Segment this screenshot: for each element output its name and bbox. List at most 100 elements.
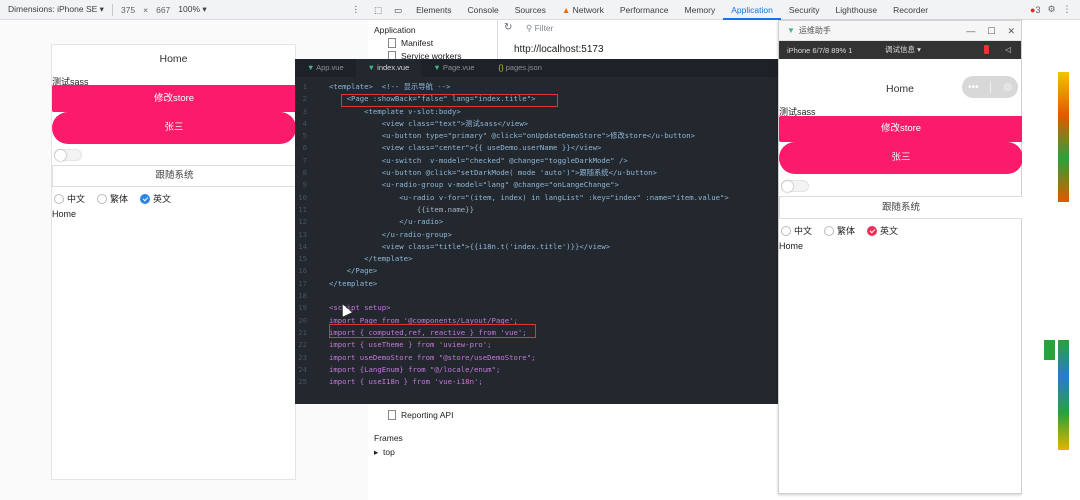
tab-elements[interactable]: Elements (408, 0, 459, 20)
decorative-banner-left (1044, 340, 1055, 360)
refresh-icon[interactable]: ↻ (504, 22, 512, 33)
dark-mode-switch[interactable] (781, 180, 809, 192)
code-line[interactable]: 15 </template> (295, 253, 778, 265)
code-line[interactable]: 10 <u-radio v-for="(item, index) in lang… (295, 192, 778, 204)
code-line[interactable]: 25 import { useI18n } from 'vue-i18n'; (295, 376, 778, 388)
follow-system-button[interactable]: 跟随系统 (779, 196, 1023, 219)
frame-top-item[interactable]: ▸ top (374, 447, 395, 458)
radio-label: 繁体 (837, 226, 856, 236)
tab-memory[interactable]: Memory (677, 0, 724, 20)
more-options-icon[interactable]: ⋮ (352, 4, 361, 15)
more-icon[interactable]: ⋮ (1063, 4, 1072, 15)
tab-performance[interactable]: Performance (612, 0, 677, 20)
editor-tab-pages-json[interactable]: {} pages.json (487, 59, 554, 77)
code-line[interactable]: 4 <view class="text">测试sass</view> (295, 118, 778, 130)
phone-emulator: Home 测试sass 修改store 张三 跟随系统 中文 繁体 英文 Hom… (51, 44, 297, 480)
update-store-button[interactable]: 修改store (779, 116, 1023, 142)
mute-icon[interactable]: ◁ (1005, 41, 1011, 59)
code-line[interactable]: 3 <template v-slot:body> (295, 106, 778, 118)
code-line[interactable]: 23 import useDemoStore from "@store/useDe… (295, 352, 778, 364)
minimize-icon[interactable]: — (966, 26, 975, 36)
code-text: <view class="title">{{i18n.t('index.titl… (329, 241, 611, 251)
line-number: 20 (298, 315, 307, 325)
more-icon[interactable]: ••• (968, 82, 979, 93)
radio-circle-icon (54, 193, 64, 204)
line-number: 6 (302, 143, 307, 153)
decorative-banner-top (1058, 72, 1069, 202)
radio-traditional[interactable]: 繁体 (97, 192, 128, 205)
close-target-icon[interactable]: ◎ (1003, 82, 1012, 93)
gear-icon[interactable]: ⚙ (1047, 4, 1055, 15)
tab-sources[interactable]: Sources (507, 0, 554, 20)
origin-url: http://localhost:5173 (514, 44, 604, 55)
code-text: import { useTheme } from 'uview-pro'; (329, 340, 492, 350)
simulator-screen: Home ••• ◎ 测试sass 修改store 张三 跟随系统 中文 繁体 … (779, 59, 1023, 493)
tab-security[interactable]: Security (781, 0, 828, 20)
code-line[interactable]: 13 </u-radio-group> (295, 229, 778, 241)
radio-label: 繁体 (110, 194, 129, 204)
editor-tab-page[interactable]: ▼ Page.vue (421, 59, 486, 77)
code-line[interactable]: 14 <view class="title">{{i18n.t('index.t… (295, 241, 778, 253)
sidebar-item-manifest[interactable]: Manifest (388, 38, 433, 48)
tab-recorder[interactable]: Recorder (885, 0, 936, 20)
inspect-icon[interactable]: ⬚ (368, 0, 388, 20)
nav-title: Home (159, 53, 188, 65)
tab-lighthouse[interactable]: Lighthouse (828, 0, 886, 20)
update-store-button[interactable]: 修改store (52, 85, 296, 112)
code-line[interactable]: 6 <view class="center">{{ useDemo.userNa… (295, 142, 778, 154)
sidebar-item-reporting-api[interactable]: Reporting API (388, 410, 453, 420)
dark-mode-switch[interactable] (54, 149, 82, 161)
sidebar-item-label: Manifest (401, 38, 434, 48)
code-line[interactable]: 17 </template> (295, 278, 778, 290)
page-title-text: Home (52, 209, 77, 219)
window-titlebar: ▼ 运维助手 — ☐ ✕ (779, 21, 1021, 41)
tab-console[interactable]: Console (460, 0, 507, 20)
filter-input[interactable]: ⚲ Filter (526, 23, 553, 34)
follow-system-button[interactable]: 跟随系统 (52, 165, 297, 187)
device-select[interactable]: iPhone 6/7/8 89% 1 (787, 46, 852, 55)
debug-select[interactable]: 调试信息 ▾ (885, 41, 921, 59)
code-line[interactable]: 11 {{item.name}} (295, 204, 778, 216)
device-toggle-icon[interactable]: ▭ (388, 0, 408, 20)
code-line[interactable]: 9 <u-radio-group v-model="lang" @change=… (295, 179, 778, 191)
code-text: </Page> (329, 266, 378, 276)
code-line[interactable]: 8 <u-button @click="setDarkMode( mode 'a… (295, 167, 778, 179)
height-input[interactable]: 667 (156, 5, 170, 15)
editor-tab-app[interactable]: ▼ App.vue (295, 59, 356, 77)
radio-chinese[interactable]: 中文 (54, 192, 85, 205)
radio-chinese[interactable]: 中文 (781, 224, 812, 237)
code-line[interactable]: 12 </u-radio> (295, 216, 778, 228)
code-lines[interactable]: 1 <template> <!-- 显示导航 --> 2 <Page :showBa… (295, 81, 778, 388)
error-badge[interactable]: ●3 (1030, 5, 1040, 15)
code-line[interactable]: 1 <template> <!-- 显示导航 --> (295, 81, 778, 93)
radio-english[interactable]: 英文 (140, 192, 171, 205)
simulator-status-bar: iPhone 6/7/8 89% 1 调试信息 ▾ ◁ (779, 41, 1021, 59)
code-line[interactable]: 7 <u-switch v-model="checked" @change="t… (295, 155, 778, 167)
switch-knob (55, 150, 66, 161)
radio-traditional[interactable]: 繁体 (824, 224, 855, 237)
code-line[interactable]: 16 </Page> (295, 265, 778, 277)
code-text: <template> <!-- 显示导航 --> (329, 82, 451, 91)
radio-circle-icon (781, 225, 791, 236)
tab-application[interactable]: Application (723, 0, 781, 20)
device-dimensions-select[interactable]: Dimensions: iPhone SE ▾ (8, 4, 104, 15)
language-radio-group: 中文 繁体 英文 (781, 224, 898, 237)
radio-label: 中文 (794, 226, 813, 236)
editor-tab-index[interactable]: ▼ index.vue (355, 59, 422, 77)
radio-checked-icon (140, 193, 151, 204)
vue-icon: ▼ (433, 63, 441, 72)
line-number: 7 (302, 155, 307, 165)
tab-network[interactable]: ▲ Network (554, 0, 612, 20)
tab-label: Page.vue (442, 63, 475, 72)
radio-english[interactable]: 英文 (867, 224, 898, 237)
code-line[interactable]: 19 <script setup> (295, 302, 778, 314)
maximize-icon[interactable]: ☐ (987, 26, 995, 37)
code-line[interactable]: 22 import { useTheme } from 'uview-pro'; (295, 339, 778, 351)
code-line[interactable]: 18 (295, 290, 778, 302)
code-line[interactable]: 5 <u-button type="primary" @click="onUpd… (295, 130, 778, 142)
close-icon[interactable]: ✕ (1007, 26, 1015, 37)
code-line[interactable]: 24 import {LangEnum} from "@/locale/enum"… (295, 364, 778, 376)
zoom-select[interactable]: 100% ▾ (178, 4, 206, 15)
width-input[interactable]: 375 (121, 5, 135, 15)
record-icon[interactable] (984, 45, 989, 54)
